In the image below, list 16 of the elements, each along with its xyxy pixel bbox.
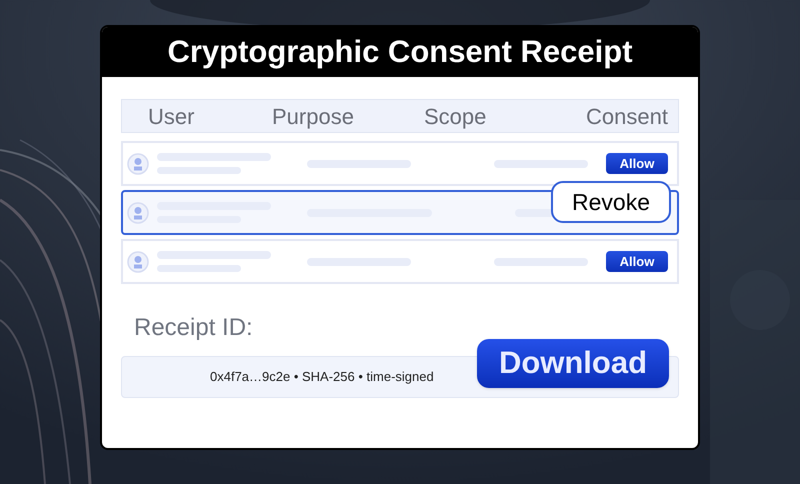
column-header: Scope [423, 103, 488, 131]
column-header: Consent [585, 103, 669, 131]
receipt-id: 0x4f7a…9c2e • SHA-256 • time-signed [210, 368, 434, 386]
table-row[interactable]: Allow [121, 239, 679, 284]
download-button[interactable]: Download [477, 339, 669, 388]
user-icon [127, 152, 149, 174]
table-row[interactable]: Allow [121, 141, 679, 186]
revoke-button[interactable]: Revoke [551, 181, 671, 223]
receipt-label: Receipt ID: [134, 313, 253, 343]
user-icon [127, 202, 149, 224]
column-header: User [147, 103, 196, 131]
user-icon [127, 250, 149, 272]
allow-button[interactable]: Allow [606, 251, 668, 272]
allow-button[interactable]: Allow [606, 153, 668, 174]
column-header: Purpose [272, 103, 355, 131]
window-title: Cryptographic Consent Receipt [167, 32, 633, 71]
